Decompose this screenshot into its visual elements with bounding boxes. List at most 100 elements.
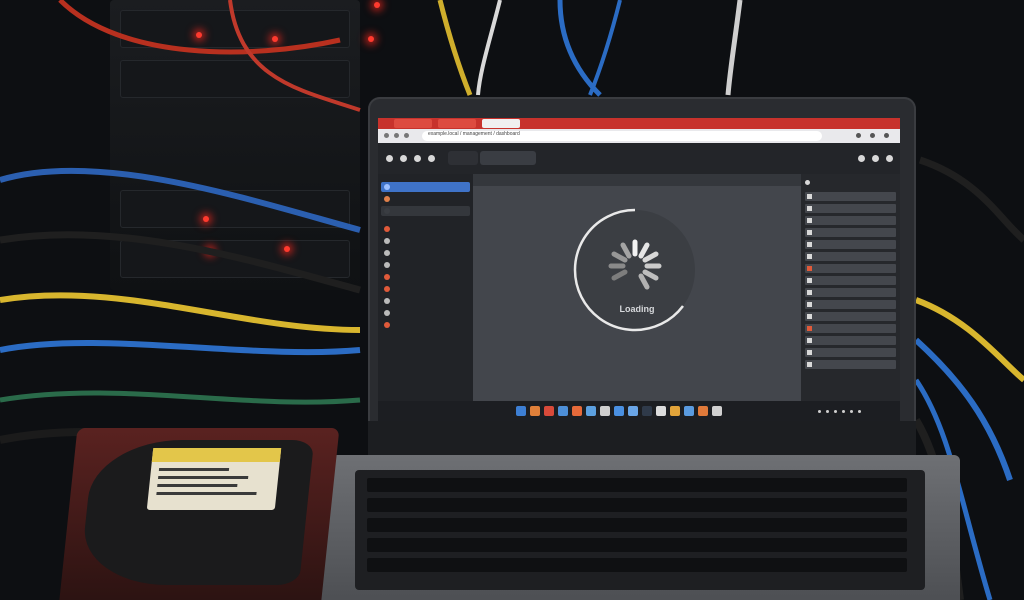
browser-tab-active[interactable] [482, 119, 520, 128]
toolbar-tab[interactable] [564, 151, 598, 165]
url-field[interactable]: example.local / management / dashboard [422, 131, 822, 141]
panel-row[interactable] [805, 204, 896, 213]
tray-icon[interactable] [858, 410, 861, 413]
profile-icon[interactable] [870, 133, 875, 138]
panel-row[interactable] [805, 252, 896, 261]
extension-icon[interactable] [856, 133, 861, 138]
search-icon[interactable] [872, 155, 879, 162]
app-icon[interactable] [558, 406, 568, 416]
panel-row[interactable] [805, 360, 896, 369]
app-icon[interactable] [600, 406, 610, 416]
tray-icon[interactable] [826, 410, 829, 413]
panel-row[interactable] [805, 300, 896, 309]
app-icon[interactable] [572, 406, 582, 416]
app-icon[interactable] [586, 406, 596, 416]
sidebar-item[interactable] [381, 236, 470, 246]
panel-row[interactable] [805, 324, 896, 333]
panel-row[interactable] [805, 228, 896, 237]
reload-icon[interactable] [404, 133, 409, 138]
sidebar-item[interactable] [381, 248, 470, 258]
help-icon[interactable] [428, 155, 435, 162]
app-icon[interactable] [628, 406, 638, 416]
panel-row[interactable] [805, 192, 896, 201]
sidebar-item[interactable] [381, 308, 470, 318]
tray-icon[interactable] [834, 410, 837, 413]
sidebar-item[interactable] [381, 194, 470, 204]
sidebar-item[interactable] [381, 284, 470, 294]
tray-icon[interactable] [842, 410, 845, 413]
screen-bezel [368, 421, 916, 457]
row-icon [807, 362, 812, 367]
panel-row[interactable] [805, 348, 896, 357]
sidebar-item[interactable] [381, 296, 470, 306]
laptop-screen: example.local / management / dashboard L… [378, 118, 900, 421]
app-icon[interactable] [684, 406, 694, 416]
forward-icon[interactable] [394, 133, 399, 138]
label-bar [157, 484, 238, 487]
browser-tab-bar [378, 118, 900, 129]
tray-icon[interactable] [850, 410, 853, 413]
notification-icon[interactable] [858, 155, 865, 162]
app-icon[interactable] [614, 406, 624, 416]
spinner-icon [573, 208, 684, 332]
sidebar-item[interactable] [381, 272, 470, 282]
item-icon [384, 250, 390, 256]
sidebar-item[interactable] [381, 320, 470, 330]
row-icon [807, 302, 812, 307]
app-icon[interactable] [544, 406, 554, 416]
row-icon [807, 218, 812, 223]
settings-icon[interactable] [400, 155, 407, 162]
back-icon[interactable] [384, 133, 389, 138]
item-icon [384, 238, 390, 244]
item-icon [384, 322, 390, 328]
key-row [367, 538, 907, 552]
toolbar-button[interactable] [448, 151, 478, 165]
toolbar-tab-active[interactable] [480, 151, 536, 165]
item-icon [384, 262, 390, 268]
taskbar [378, 401, 900, 421]
drive-label [146, 448, 282, 510]
panel-row[interactable] [805, 336, 896, 345]
app-icon[interactable] [530, 406, 540, 416]
photo-scene: example.local / management / dashboard L… [0, 0, 1024, 600]
panel-row[interactable] [805, 312, 896, 321]
item-icon [384, 226, 390, 232]
panel-row[interactable] [805, 276, 896, 285]
app-icon[interactable] [642, 406, 652, 416]
item-icon [384, 298, 390, 304]
key-row [367, 518, 907, 532]
panel-row[interactable] [805, 288, 896, 297]
toolbar-tab[interactable] [608, 151, 634, 165]
panel-row[interactable] [805, 216, 896, 225]
right-panel [801, 174, 900, 421]
browser-tab[interactable] [394, 119, 432, 128]
app-icon[interactable] [670, 406, 680, 416]
app-icon[interactable] [698, 406, 708, 416]
label-bar [158, 468, 230, 471]
row-icon [807, 254, 812, 259]
toolbar-tab[interactable] [536, 151, 564, 165]
grid-icon[interactable] [886, 155, 893, 162]
sidebar-item[interactable] [381, 224, 470, 234]
row-icon [807, 242, 812, 247]
main-panel: Loading [473, 174, 801, 421]
sidebar-item[interactable] [381, 260, 470, 270]
address-bar: example.local / management / dashboard [378, 129, 900, 143]
tray-icon[interactable] [818, 410, 821, 413]
main-header [473, 174, 801, 186]
app-icon[interactable] [712, 406, 722, 416]
browser-tab[interactable] [438, 119, 476, 128]
app-toolbar [378, 143, 900, 174]
sidebar-item[interactable] [381, 206, 470, 216]
app-icon[interactable] [516, 406, 526, 416]
menu-icon[interactable] [884, 133, 889, 138]
panel-icon [805, 180, 810, 185]
app-icon[interactable] [656, 406, 666, 416]
sidebar-item[interactable] [381, 182, 470, 192]
panel-row[interactable] [805, 264, 896, 273]
user-icon[interactable] [414, 155, 421, 162]
item-icon [384, 310, 390, 316]
home-icon[interactable] [386, 155, 393, 162]
panel-row[interactable] [805, 240, 896, 249]
key-row [367, 478, 907, 492]
